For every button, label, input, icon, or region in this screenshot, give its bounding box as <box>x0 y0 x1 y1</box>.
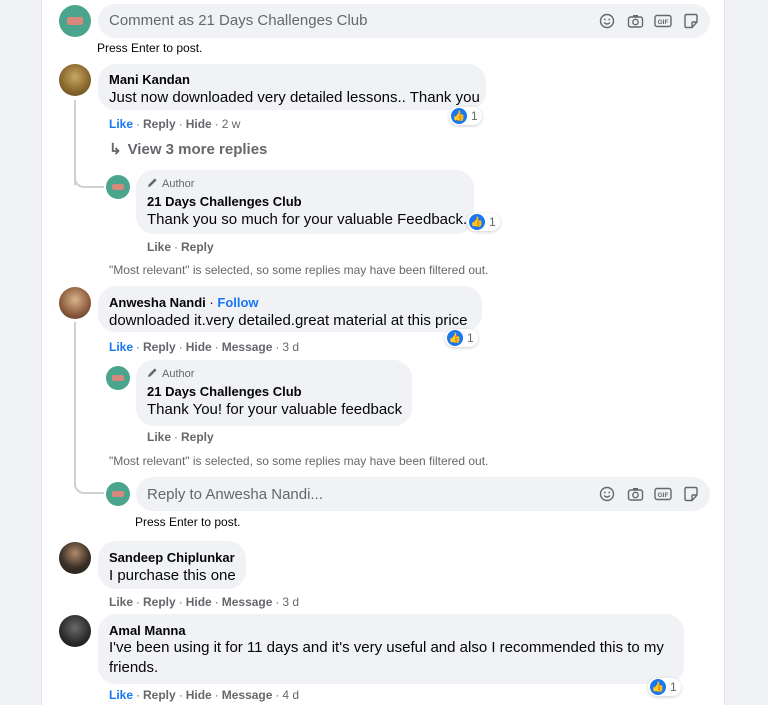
like-reaction-icon: 👍 <box>650 679 666 695</box>
reply-button[interactable]: Reply <box>181 430 214 444</box>
input-icons: GIF <box>598 12 700 30</box>
avatar[interactable] <box>59 615 91 647</box>
sticker-icon[interactable] <box>682 485 700 503</box>
reply-input[interactable]: Reply to Anwesha Nandi... GIF <box>136 477 710 511</box>
sticker-icon[interactable] <box>682 12 700 30</box>
page-avatar <box>59 5 91 37</box>
comment-input[interactable]: Comment as 21 Days Challenges Club GIF <box>98 4 710 38</box>
svg-text:GIF: GIF <box>658 492 669 499</box>
pencil-icon <box>147 177 158 191</box>
like-button[interactable]: Like <box>147 240 171 254</box>
comment-text: downloaded it.very detailed.great materi… <box>109 312 468 329</box>
filter-note: "Most relevant" is selected, so some rep… <box>109 263 489 277</box>
reaction-count[interactable]: 👍 1 <box>449 107 482 125</box>
avatar[interactable] <box>59 542 91 574</box>
comment-text: Just now downloaded very detailed lesson… <box>109 89 480 106</box>
thread-line <box>74 322 76 472</box>
avatar[interactable] <box>59 64 91 96</box>
author-badge: Author <box>147 177 194 191</box>
press-enter-hint: Press Enter to post. <box>135 515 241 529</box>
follow-button[interactable]: Follow <box>217 295 258 310</box>
pencil-icon <box>147 367 158 381</box>
thread-connector <box>74 472 104 494</box>
message-button[interactable]: Message <box>222 688 273 702</box>
reply-author[interactable]: 21 Days Challenges Club <box>147 384 302 399</box>
like-button[interactable]: Like <box>109 688 133 702</box>
page-avatar <box>106 482 130 506</box>
like-button[interactable]: Like <box>109 595 133 609</box>
comment-text: I've been using it for 11 days and it's … <box>109 639 664 676</box>
like-reaction-icon: 👍 <box>447 330 463 346</box>
like-button[interactable]: Like <box>147 430 171 444</box>
reply-button[interactable]: Reply <box>143 340 176 354</box>
hide-button[interactable]: Hide <box>186 340 212 354</box>
timestamp[interactable]: 2 w <box>222 117 241 131</box>
author-badge: Author <box>147 367 194 381</box>
comment-author[interactable]: Amal Manna <box>109 623 186 638</box>
reply-input-placeholder: Reply to Anwesha Nandi... <box>147 486 323 503</box>
emoji-icon[interactable] <box>598 485 616 503</box>
timestamp[interactable]: 3 d <box>282 340 299 354</box>
timestamp[interactable]: 3 d <box>282 595 299 609</box>
filter-note: "Most relevant" is selected, so some rep… <box>109 454 489 468</box>
page-avatar[interactable] <box>106 366 130 390</box>
hide-button[interactable]: Hide <box>186 595 212 609</box>
reply-actions: Like · Reply <box>147 430 214 444</box>
gif-icon[interactable]: GIF <box>654 12 672 30</box>
comment-author[interactable]: Sandeep Chiplunkar <box>109 550 235 565</box>
comments-panel: Comment as 21 Days Challenges Club GIF P… <box>41 0 725 705</box>
camera-icon[interactable] <box>626 12 644 30</box>
reply-text: Thank you so much for your valuable Feed… <box>147 211 468 228</box>
comment-input-placeholder: Comment as 21 Days Challenges Club <box>109 12 368 29</box>
like-reaction-icon: 👍 <box>451 108 467 124</box>
reply-actions: Like · Reply <box>147 240 214 254</box>
hide-button[interactable]: Hide <box>186 117 212 131</box>
timestamp[interactable]: 4 d <box>282 688 299 702</box>
comment-author[interactable]: Mani Kandan <box>109 72 190 87</box>
like-button[interactable]: Like <box>109 340 133 354</box>
comment-actions: Like · Reply · Hide · Message · 3 d <box>109 340 300 354</box>
reply-button[interactable]: Reply <box>143 117 176 131</box>
press-enter-hint: Press Enter to post. <box>97 41 203 55</box>
reply-button[interactable]: Reply <box>181 240 214 254</box>
comment-author: Anwesha Nandi · Follow <box>109 295 259 310</box>
reaction-count[interactable]: 👍 1 <box>445 329 478 347</box>
avatar[interactable] <box>59 287 91 319</box>
comment-actions: Like · Reply · Hide · Message · 4 d <box>109 688 300 702</box>
reply-text: Thank You! for your valuable feedback <box>147 401 403 418</box>
like-reaction-icon: 👍 <box>469 214 485 230</box>
input-icons: GIF <box>598 485 700 503</box>
hide-button[interactable]: Hide <box>186 688 212 702</box>
reply-author[interactable]: 21 Days Challenges Club <box>147 194 302 209</box>
comment-text: I purchase this one <box>109 567 236 584</box>
view-more-replies[interactable]: ↳ View 3 more replies <box>109 140 267 159</box>
reaction-count[interactable]: 👍 1 <box>467 213 500 231</box>
message-button[interactable]: Message <box>222 595 273 609</box>
emoji-icon[interactable] <box>598 12 616 30</box>
like-button[interactable]: Like <box>109 117 133 131</box>
comment-actions: Like · Reply · Hide · 2 w <box>109 117 241 131</box>
reply-arrow-icon: ↳ <box>109 141 122 158</box>
svg-text:GIF: GIF <box>658 19 669 26</box>
message-button[interactable]: Message <box>222 340 273 354</box>
camera-icon[interactable] <box>626 485 644 503</box>
reaction-count[interactable]: 👍 1 <box>648 678 681 696</box>
gif-icon[interactable]: GIF <box>654 485 672 503</box>
page-avatar[interactable] <box>106 175 130 199</box>
comment-actions: Like · Reply · Hide · Message · 3 d <box>109 595 300 609</box>
reply-button[interactable]: Reply <box>143 595 176 609</box>
thread-connector <box>74 168 104 188</box>
reply-button[interactable]: Reply <box>143 688 176 702</box>
